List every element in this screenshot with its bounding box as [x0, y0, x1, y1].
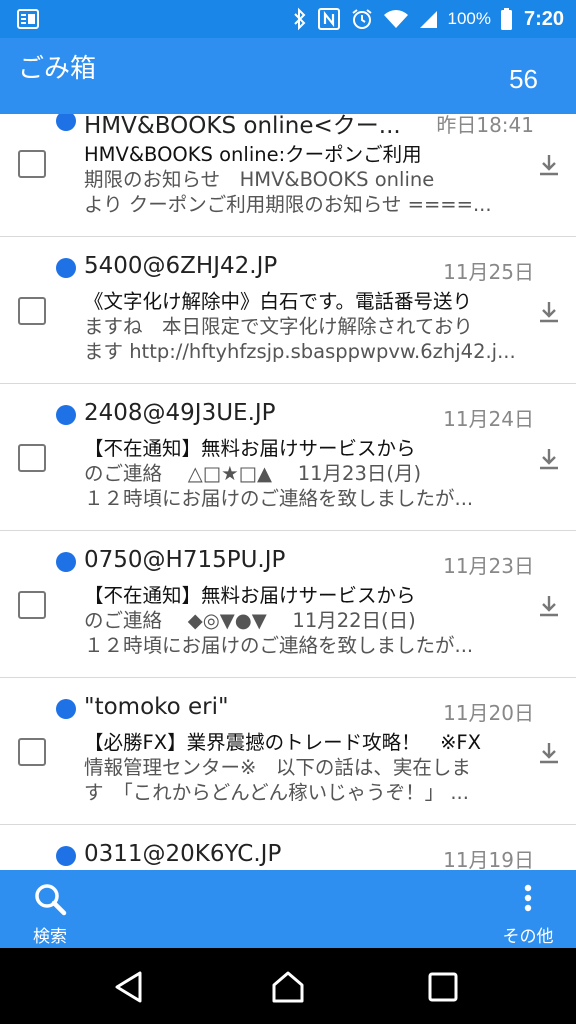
mail-body-line: 期限のお知らせ HMV&BOOKS online — [84, 168, 435, 191]
search-button[interactable]: 検索 — [26, 882, 74, 947]
mail-sender: 5400@6ZHJ42.JP — [84, 253, 278, 279]
unread-indicator — [56, 552, 76, 572]
download-icon[interactable] — [536, 446, 562, 472]
recents-icon[interactable] — [426, 970, 460, 1004]
page-title: ごみ箱 — [18, 54, 97, 84]
download-icon[interactable] — [536, 740, 562, 766]
wifi-icon — [383, 8, 409, 30]
mail-preview: 【必勝FX】業界震撼のトレード攻略！ ※FX 情報管理センター※ 以下の話は、実… — [84, 730, 534, 805]
mail-body-line: ますね 本日限定で文字化け解除されており — [84, 315, 473, 338]
app-bar: ごみ箱 56 — [0, 38, 576, 114]
unread-indicator — [56, 114, 76, 131]
mail-date: 昨日18:41 — [436, 114, 534, 137]
back-icon[interactable] — [112, 970, 146, 1004]
mail-list-item[interactable]: HMV&BOOKS online<クー... 昨日18:41 HMV&BOOKS… — [0, 114, 576, 237]
mail-body-line: す 「これからどんどん稼いじゃうぞ！」 ... — [84, 781, 469, 804]
mail-body-line: ます http://hftyhfzsjp.sbasppwpvw.6zhj42.j… — [84, 340, 516, 363]
more-button[interactable]: その他 — [498, 882, 558, 947]
unread-indicator — [56, 846, 76, 866]
mail-preview: 【不在通知】無料お届けサービスから のご連絡 ◆◎▼●▼ 11月22日(日) １… — [84, 583, 534, 658]
mail-preview: HMV&BOOKS online:クーポンご利用 期限のお知らせ HMV&BOO… — [84, 142, 534, 217]
mail-date: 11月19日 — [443, 848, 534, 870]
mail-body-line: 情報管理センター※ 以下の話は、実在しま — [84, 756, 471, 779]
mail-body-line: １２時頃にお届けのご連絡を致しましたが... — [84, 487, 474, 510]
status-bar: 100% 7:20 — [0, 0, 576, 38]
mail-checkbox[interactable] — [18, 738, 46, 766]
mail-subject: 【不在通知】無料お届けサービスから — [84, 584, 416, 607]
mail-list-item[interactable]: "tomoko eri" 11月20日 【必勝FX】業界震撼のトレード攻略！ ※… — [0, 678, 576, 825]
mail-date: 11月25日 — [443, 260, 534, 284]
battery-icon — [500, 7, 513, 31]
battery-percent: 100% — [447, 9, 491, 28]
mail-body-line: １２時頃にお届けのご連絡を致しましたが... — [84, 634, 474, 657]
mail-checkbox[interactable] — [18, 591, 46, 619]
more-label: その他 — [502, 927, 554, 947]
bottom-toolbar: 検索 その他 — [0, 870, 576, 948]
system-navigation-bar — [0, 948, 576, 1024]
clock: 7:20 — [523, 7, 564, 30]
download-icon[interactable] — [536, 299, 562, 325]
mail-list[interactable]: HMV&BOOKS online<クー... 昨日18:41 HMV&BOOKS… — [0, 114, 576, 870]
more-vert-icon — [524, 884, 532, 912]
mail-preview: 【不在通知】無料お届けサービスから のご連絡 △□★□▲ 11月23日(月) １… — [84, 436, 534, 511]
mail-sender: 2408@49J3UE.JP — [84, 400, 276, 426]
mail-date: 11月24日 — [443, 407, 534, 431]
mail-list-item[interactable]: 0311@20K6YC.JP 11月19日 — [0, 825, 576, 870]
home-icon[interactable] — [271, 970, 305, 1004]
mail-body-line: のご連絡 △□★□▲ 11月23日(月) — [84, 462, 422, 485]
mail-checkbox[interactable] — [18, 297, 46, 325]
mail-sender: 0311@20K6YC.JP — [84, 841, 282, 867]
mail-subject: 【不在通知】無料お届けサービスから — [84, 437, 416, 460]
mail-checkbox[interactable] — [18, 150, 46, 178]
download-icon[interactable] — [536, 152, 562, 178]
mail-checkbox[interactable] — [18, 444, 46, 472]
mail-preview: 《文字化け解除中》白石です。電話番号送り ますね 本日限定で文字化け解除されてお… — [84, 289, 534, 364]
download-icon[interactable] — [536, 593, 562, 619]
mail-subject: 【必勝FX】業界震撼のトレード攻略！ ※FX — [84, 731, 481, 754]
search-icon — [35, 884, 67, 916]
notification-icon — [16, 7, 40, 31]
unread-indicator — [56, 699, 76, 719]
search-label: 検索 — [33, 927, 67, 947]
mail-date: 11月20日 — [443, 701, 534, 725]
mail-subject: 《文字化け解除中》白石です。電話番号送り — [84, 290, 473, 313]
mail-sender: 0750@H715PU.JP — [84, 547, 286, 573]
mail-list-item[interactable]: 2408@49J3UE.JP 11月24日 【不在通知】無料お届けサービスから … — [0, 384, 576, 531]
mail-subject: HMV&BOOKS online:クーポンご利用 — [84, 143, 422, 166]
signal-icon — [418, 9, 438, 29]
nfc-icon — [317, 7, 341, 31]
mail-body-line: のご連絡 ◆◎▼●▼ 11月22日(日) — [84, 609, 416, 632]
mail-list-item[interactable]: 0750@H715PU.JP 11月23日 【不在通知】無料お届けサービスから … — [0, 531, 576, 678]
bluetooth-icon — [292, 7, 308, 31]
unread-indicator — [56, 258, 76, 278]
mail-body-line: より クーポンご利用期限のお知らせ ====... — [84, 193, 492, 216]
mail-count: 56 — [509, 64, 538, 94]
mail-sender: HMV&BOOKS online<クー... — [84, 114, 401, 139]
alarm-icon — [350, 7, 374, 31]
unread-indicator — [56, 405, 76, 425]
mail-list-item[interactable]: 5400@6ZHJ42.JP 11月25日 《文字化け解除中》白石です。電話番号… — [0, 237, 576, 384]
mail-sender: "tomoko eri" — [84, 694, 229, 720]
mail-date: 11月23日 — [443, 554, 534, 578]
